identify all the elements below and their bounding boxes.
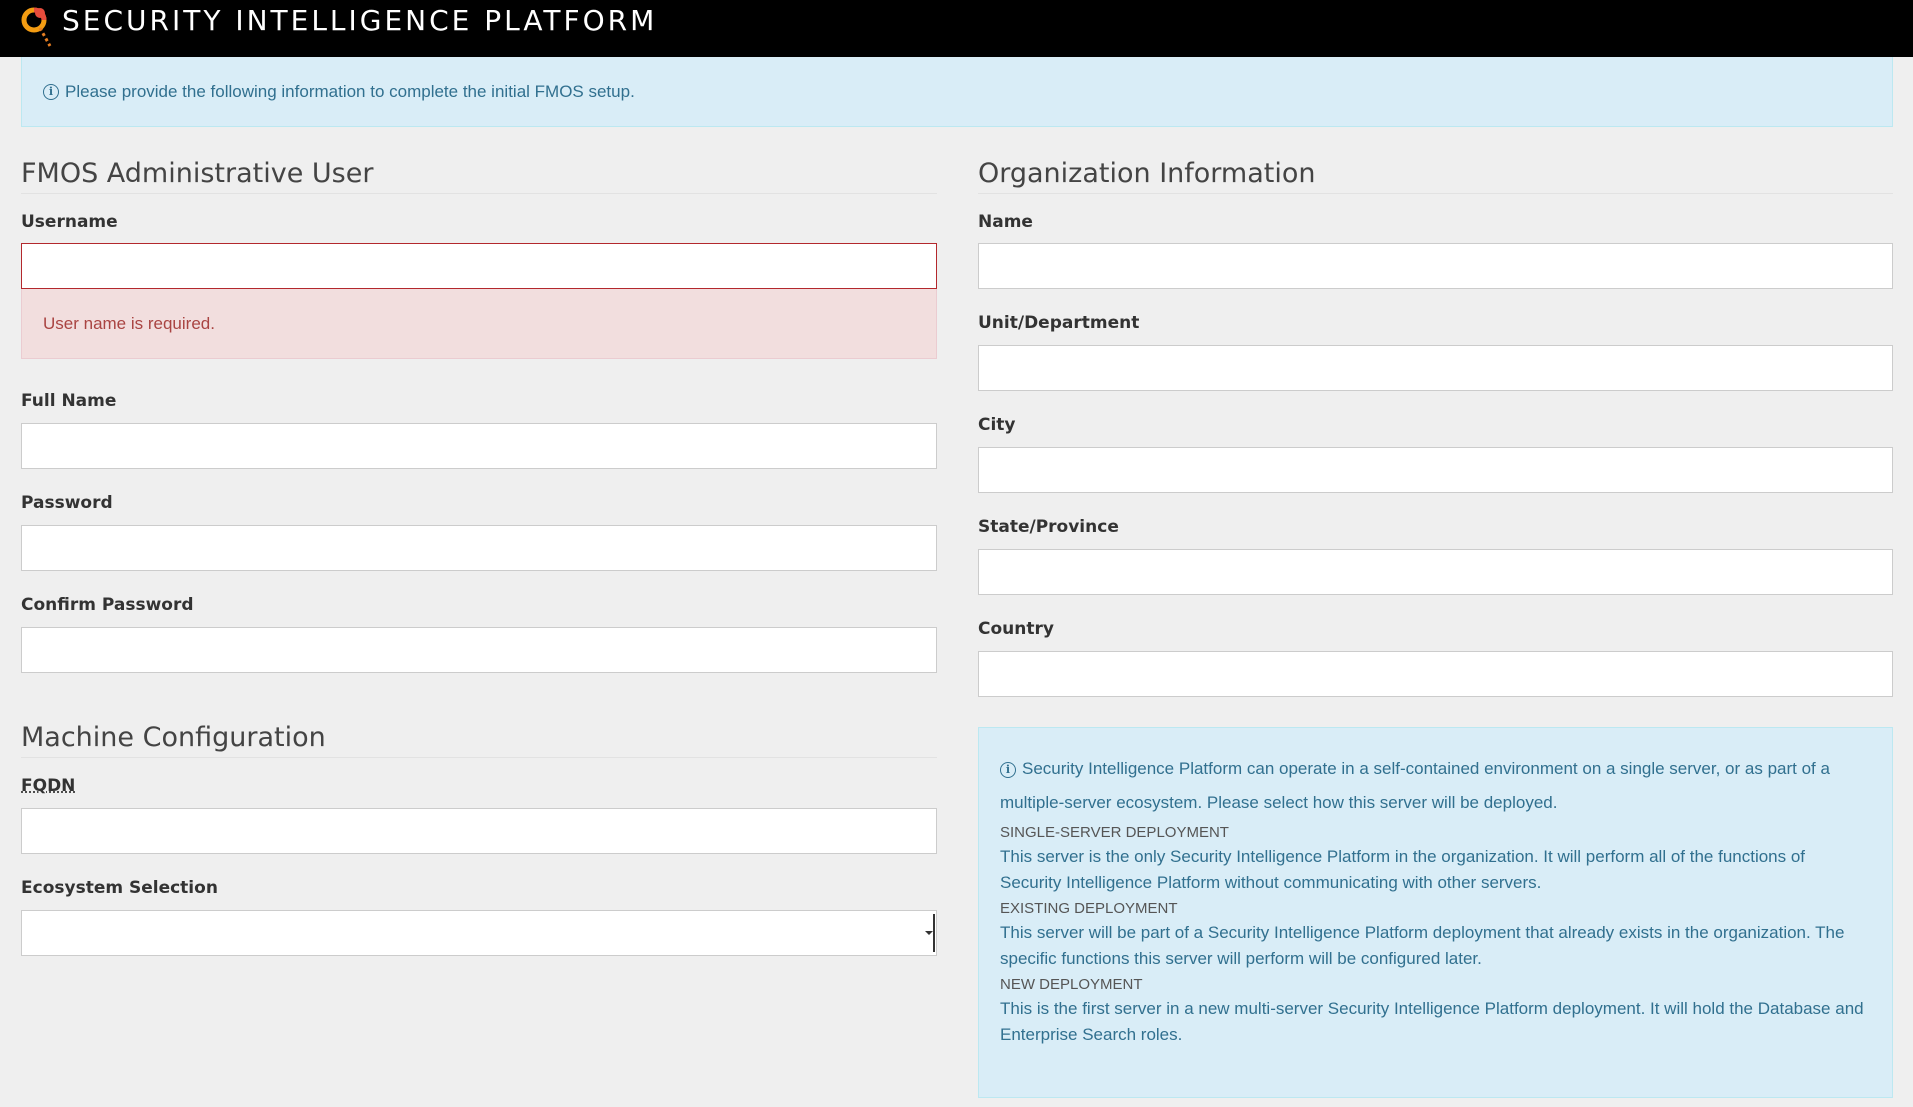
info-icon: i (1000, 762, 1016, 778)
username-input[interactable] (21, 243, 937, 289)
organization-column: Organization Information Name Unit/Depar… (978, 155, 1893, 697)
username-error-message: User name is required. (21, 289, 937, 359)
confirm-password-label: Confirm Password (21, 595, 194, 615)
setup-info-alert: i Please provide the following informati… (21, 57, 1893, 127)
new-deployment-text: This is the first server in a new multi-… (1000, 999, 1864, 1044)
confirm-password-input[interactable] (21, 627, 937, 673)
country-label: Country (978, 619, 1054, 639)
magnifier-logo-icon (21, 7, 52, 47)
deployment-info-lead-text: Security Intelligence Platform can opera… (1000, 759, 1830, 812)
new-deployment-heading: New Deployment (1000, 976, 1143, 993)
setup-info-text: Please provide the following information… (65, 81, 635, 101)
single-server-heading: Single-Server Deployment (1000, 824, 1229, 841)
full-name-label: Full Name (21, 391, 117, 411)
country-input[interactable] (978, 651, 1893, 697)
fqdn-input[interactable] (21, 808, 937, 854)
existing-deployment-text: This server will be part of a Security I… (1000, 923, 1845, 968)
single-server-text: This server is the only Security Intelli… (1000, 847, 1806, 892)
org-name-label: Name (978, 212, 1033, 232)
existing-deployment-heading: Existing Deployment (1000, 900, 1178, 917)
admin-user-section-title: FMOS Administrative User (21, 155, 937, 194)
ecosystem-selected-value[interactable] (21, 910, 937, 956)
info-icon: i (43, 83, 59, 100)
password-label: Password (21, 493, 113, 513)
city-input[interactable] (978, 447, 1893, 493)
city-label: City (978, 415, 1016, 435)
password-input[interactable] (21, 525, 937, 571)
top-navbar: SECURITY INTELLIGENCE PLATFORM (0, 0, 1913, 57)
unit-department-input[interactable] (978, 345, 1893, 391)
org-name-input[interactable] (978, 243, 1893, 289)
state-province-label: State/Province (978, 517, 1119, 537)
state-province-input[interactable] (978, 549, 1893, 595)
unit-department-label: Unit/Department (978, 313, 1140, 333)
full-name-input[interactable] (21, 423, 937, 469)
brand-title: SECURITY INTELLIGENCE PLATFORM (62, 4, 658, 37)
organization-section-title: Organization Information (978, 155, 1893, 194)
fqdn-label: FQDN (21, 776, 76, 796)
ecosystem-selection-label: Ecosystem Selection (21, 878, 218, 898)
deployment-info-box: i Security Intelligence Platform can oper… (978, 727, 1893, 1098)
chevron-down-icon[interactable] (925, 914, 935, 952)
machine-config-section-title: Machine Configuration (21, 719, 937, 758)
ecosystem-select[interactable] (21, 910, 937, 956)
deployment-info-lead: i Security Intelligence Platform can oper… (1000, 752, 1871, 820)
admin-and-machine-column: FMOS Administrative User Username User n… (21, 155, 937, 956)
username-label: Username (21, 212, 118, 232)
